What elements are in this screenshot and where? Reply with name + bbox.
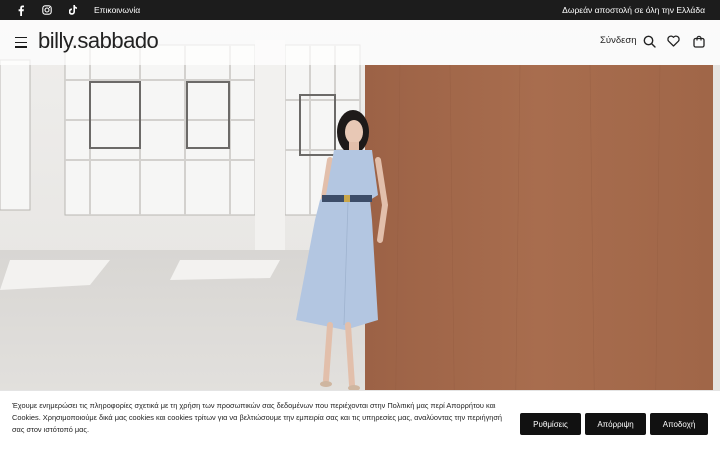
tiktok-icon[interactable] [66,3,80,17]
contact-link[interactable]: Επικοινωνία [94,5,140,15]
site-header: billy.sabbado Σύνδεση [0,20,720,65]
cookie-banner: Έχουμε ενημερώσει τις πληροφορίες σχετικ… [0,390,720,450]
instagram-icon[interactable] [40,3,54,17]
cookie-settings-button[interactable]: Ρυθμίσεις [520,413,581,435]
menu-icon[interactable] [15,37,27,48]
login-link[interactable]: Σύνδεση [600,35,637,46]
top-bar: Επικοινωνία Δωρεάν αποστολή σε όλη την Ε… [0,0,720,20]
bag-icon[interactable] [691,33,707,49]
facebook-icon[interactable] [14,3,28,17]
cookie-text: Έχουμε ενημερώσει τις πληροφορίες σχετικ… [12,401,503,434]
cookie-accept-button[interactable]: Αποδοχή [650,413,708,435]
search-icon[interactable] [641,33,657,49]
social-links [14,3,86,17]
cookie-reject-button[interactable]: Απόρριψη [585,413,646,435]
free-shipping-text: Δωρεάν αποστολή σε όλη την Ελλάδα [562,5,705,15]
hero-image [0,20,720,450]
logo[interactable]: billy.sabbado [38,28,159,54]
heart-icon[interactable] [665,33,681,49]
